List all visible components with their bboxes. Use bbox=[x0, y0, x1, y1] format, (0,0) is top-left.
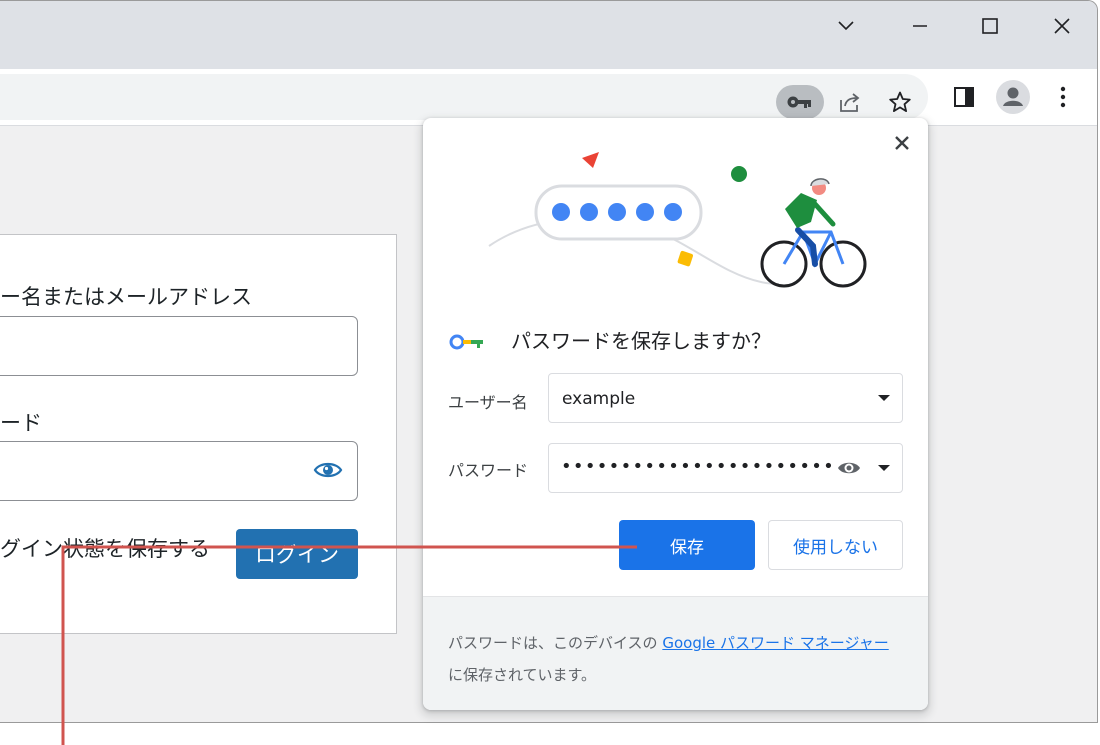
footer-text-after: に保存されています。 bbox=[448, 666, 597, 684]
password-mask: ••••••••••••••••••••••• bbox=[561, 456, 836, 477]
more-menu-icon[interactable] bbox=[1046, 80, 1080, 114]
username-value: example bbox=[562, 389, 636, 409]
save-password-bubble: パスワードを保存しますか？ ユーザー名 example パスワード ••••••… bbox=[423, 118, 928, 710]
share-icon[interactable] bbox=[830, 85, 870, 119]
google-key-icon bbox=[449, 334, 483, 350]
show-password-icon[interactable] bbox=[313, 458, 343, 486]
dropdown-caret-icon[interactable] bbox=[878, 395, 890, 401]
username-input[interactable] bbox=[0, 316, 358, 376]
never-button[interactable]: 使用しない bbox=[768, 520, 903, 570]
bubble-footer: パスワードは、このデバイスの Google パスワード マネージャー に保存され… bbox=[423, 596, 928, 710]
dropdown-caret-icon[interactable] bbox=[878, 465, 890, 471]
close-icon[interactable] bbox=[889, 130, 915, 156]
maximize-button[interactable] bbox=[970, 11, 1010, 41]
password-field-label: パスワード bbox=[448, 461, 529, 480]
close-window-button[interactable] bbox=[1042, 11, 1082, 41]
chevron-down-icon[interactable] bbox=[826, 11, 866, 41]
star-icon[interactable] bbox=[880, 85, 920, 119]
eye-icon[interactable] bbox=[836, 459, 862, 477]
password-manager-link[interactable]: Google パスワード マネージャー bbox=[662, 634, 888, 652]
password-input[interactable] bbox=[0, 441, 358, 501]
username-select[interactable]: example bbox=[548, 373, 903, 423]
password-label: ード bbox=[0, 412, 42, 435]
key-icon[interactable] bbox=[776, 85, 824, 119]
login-button[interactable]: ログイン bbox=[236, 529, 358, 579]
address-bar[interactable] bbox=[0, 74, 928, 120]
username-label: ー名またはメールアドレス bbox=[0, 286, 252, 309]
remember-me-label[interactable]: グイン状態を保存する bbox=[0, 533, 210, 563]
title-bar bbox=[0, 1, 1097, 69]
login-form: ー名またはメールアドレス ード グイン状態を保存する ログイン bbox=[0, 234, 397, 634]
bubble-illustration bbox=[488, 152, 867, 288]
footer-text: パスワードは、このデバイスの Google パスワード マネージャー に保存され… bbox=[448, 627, 908, 691]
password-select[interactable]: ••••••••••••••••••••••• bbox=[548, 443, 903, 493]
save-button[interactable]: 保存 bbox=[619, 520, 755, 570]
bubble-title: パスワードを保存しますか？ bbox=[511, 329, 771, 353]
username-field-label: ユーザー名 bbox=[448, 393, 528, 412]
side-panel-icon[interactable] bbox=[944, 80, 984, 114]
minimize-button[interactable] bbox=[900, 11, 940, 41]
footer-text-before: パスワードは、このデバイスの bbox=[448, 634, 658, 652]
profile-icon[interactable] bbox=[994, 79, 1032, 115]
